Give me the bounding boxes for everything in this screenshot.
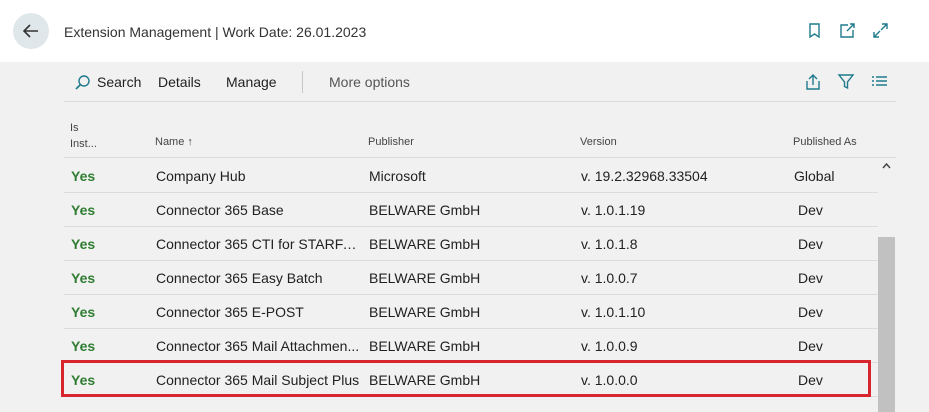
- table-row[interactable]: Yes Connector 365 Base BELWARE GmbH v. 1…: [64, 193, 878, 227]
- more-options-button[interactable]: More options: [329, 74, 410, 90]
- installed-cell: Yes: [71, 168, 96, 184]
- column-header-installed-line2: Inst...: [70, 138, 97, 150]
- table-row[interactable]: Yes Connector 365 Easy Batch BELWARE Gmb…: [64, 261, 878, 295]
- table-row[interactable]: Yes Connector 365 CTI for STARFACE BELWA…: [64, 227, 878, 261]
- publisher-cell: BELWARE GmbH: [369, 338, 481, 354]
- installed-cell: Yes: [71, 338, 96, 354]
- installed-cell: Yes: [71, 236, 96, 252]
- name-cell[interactable]: Connector 365 E-POST: [156, 304, 364, 320]
- page-header: Extension Management | Work Date: 26.01.…: [0, 0, 929, 62]
- column-header-installed-line1: Is: [70, 122, 79, 134]
- manage-button[interactable]: Manage: [226, 74, 277, 90]
- column-header-publisher[interactable]: Publisher: [368, 136, 414, 148]
- version-cell: v. 1.0.1.19: [581, 202, 646, 218]
- list-view-icon[interactable]: [870, 73, 888, 91]
- version-cell: v. 1.0.0.9: [581, 338, 638, 354]
- installed-cell: Yes: [71, 270, 96, 286]
- publisher-cell: BELWARE GmbH: [369, 202, 481, 218]
- publisher-cell: BELWARE GmbH: [369, 270, 481, 286]
- name-cell[interactable]: Company Hub: [156, 168, 364, 184]
- divider: [302, 71, 303, 93]
- search-label: Search: [97, 74, 142, 90]
- page-title: Extension Management | Work Date: 26.01.…: [64, 24, 367, 40]
- column-header-version[interactable]: Version: [580, 136, 617, 148]
- version-cell: v. 1.0.1.10: [581, 304, 646, 320]
- open-new-window-icon[interactable]: [839, 22, 856, 39]
- table-row[interactable]: Yes Company Hub Microsoft v. 19.2.32968.…: [64, 159, 878, 193]
- publisher-cell: BELWARE GmbH: [369, 236, 481, 252]
- name-cell[interactable]: Connector 365 Easy Batch: [156, 270, 364, 286]
- search-button[interactable]: Search: [74, 74, 141, 91]
- publisher-cell: Microsoft: [369, 168, 426, 184]
- scrollbar-thumb[interactable]: [878, 237, 895, 412]
- name-cell[interactable]: Connector 365 CTI for STARFACE: [156, 236, 364, 252]
- bookmark-icon[interactable]: [806, 22, 823, 39]
- details-button[interactable]: Details: [158, 74, 201, 90]
- published-as-cell: Dev: [798, 236, 823, 252]
- content-area: Search Details Manage More options Is In…: [0, 62, 929, 412]
- version-cell: v. 19.2.32968.33504: [581, 168, 708, 184]
- action-bar: Search Details Manage More options: [64, 62, 896, 102]
- table-row[interactable]: Yes Connector 365 Mail Attachmen... BELW…: [64, 329, 878, 363]
- table-row[interactable]: Yes Connector 365 E-POST BELWARE GmbH v.…: [64, 295, 878, 329]
- published-as-cell: Dev: [798, 270, 823, 286]
- version-cell: v. 1.0.0.7: [581, 270, 638, 286]
- publisher-cell: BELWARE GmbH: [369, 304, 481, 320]
- version-cell: v. 1.0.1.8: [581, 236, 638, 252]
- filter-icon[interactable]: [837, 73, 855, 91]
- scroll-up-arrow[interactable]: [878, 159, 895, 171]
- arrow-left-icon: [22, 24, 38, 38]
- column-header-name[interactable]: Name ↑: [155, 136, 193, 148]
- published-as-cell: Dev: [798, 338, 823, 354]
- back-button[interactable]: [13, 13, 49, 49]
- name-cell[interactable]: Connector 365 Base: [156, 202, 364, 218]
- name-cell[interactable]: Connector 365 Mail Attachmen...: [156, 338, 364, 354]
- expand-icon[interactable]: [872, 22, 889, 39]
- highlight-box: [61, 360, 871, 397]
- installed-cell: Yes: [71, 202, 96, 218]
- share-icon[interactable]: [804, 73, 822, 91]
- search-icon: [75, 75, 90, 90]
- published-as-cell: Global: [794, 168, 835, 184]
- vertical-scrollbar[interactable]: [878, 159, 895, 412]
- column-header-installed[interactable]: Is Inst...: [70, 120, 97, 152]
- column-header-published-as[interactable]: Published As: [793, 136, 857, 148]
- published-as-cell: Dev: [798, 304, 823, 320]
- installed-cell: Yes: [71, 304, 96, 320]
- column-header-row: Is Inst... Name ↑ Publisher Version Publ…: [64, 116, 896, 158]
- published-as-cell: Dev: [798, 202, 823, 218]
